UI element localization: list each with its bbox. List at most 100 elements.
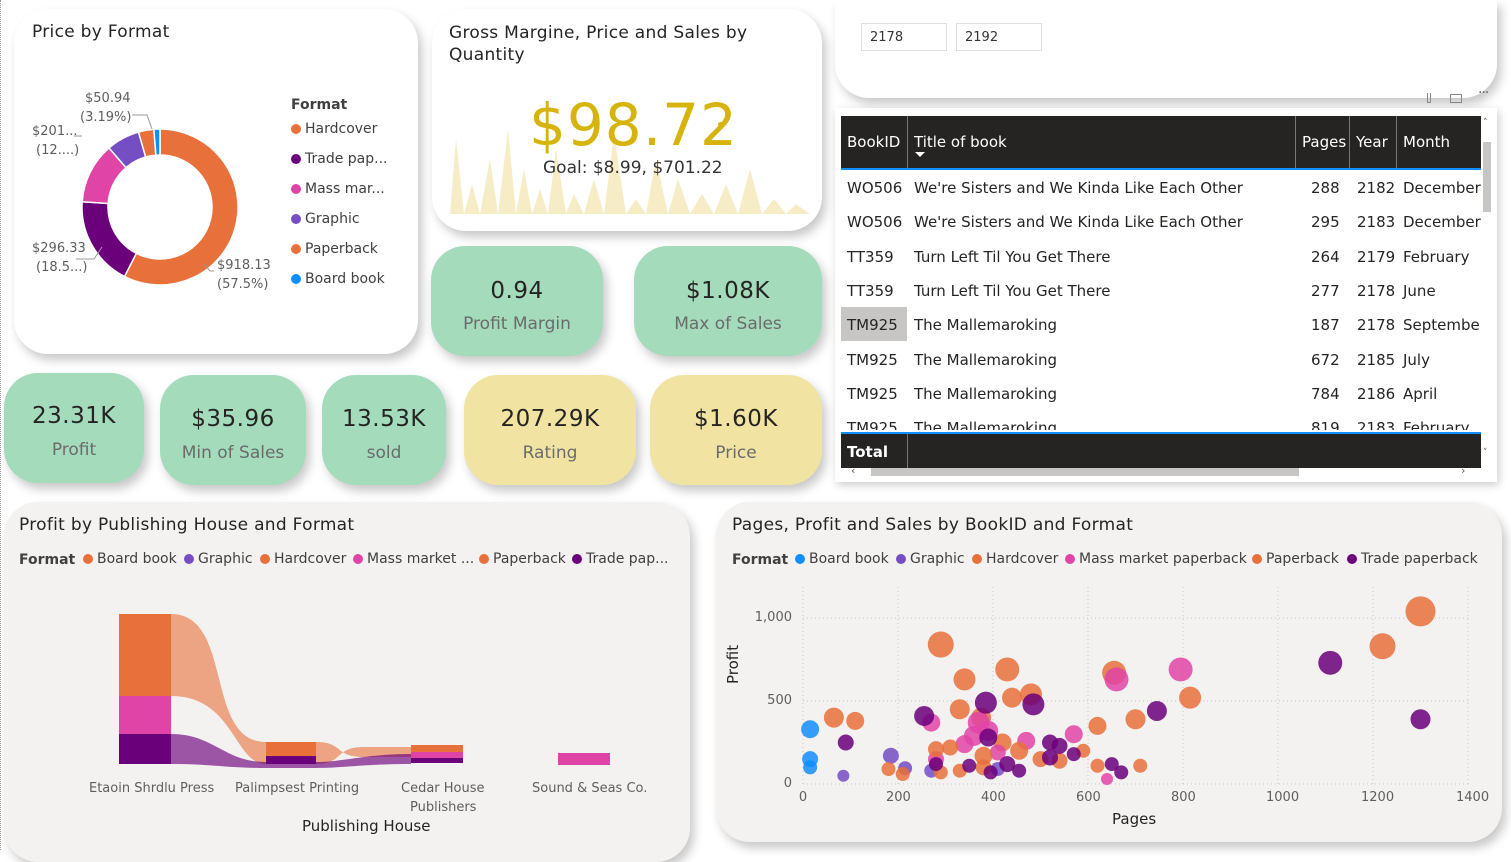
ribbon-bar-segment[interactable] bbox=[119, 734, 171, 764]
scatter-point[interactable] bbox=[1114, 765, 1129, 780]
more-options-icon[interactable]: ··· bbox=[1478, 85, 1489, 101]
ribbon-bar-segment[interactable] bbox=[411, 752, 463, 758]
scatter-point[interactable] bbox=[914, 705, 935, 726]
kpi-profit-margin[interactable]: 0.94 Profit Margin bbox=[431, 246, 603, 356]
table-row[interactable]: WO506 We're Sisters and We Kinda Like Eac… bbox=[841, 170, 1481, 204]
legend-item[interactable]: Graphic bbox=[291, 211, 360, 227]
scatter-point[interactable] bbox=[803, 760, 818, 775]
focus-mode-icon[interactable] bbox=[1450, 94, 1462, 103]
slicer-from-input[interactable] bbox=[861, 23, 947, 51]
ribbon-chart-card[interactable]: Profit by Publishing House and Format Fo… bbox=[4, 502, 690, 862]
scatter-point[interactable] bbox=[927, 631, 954, 658]
books-table-card[interactable]: BookID Title of book Pages Year Month WO… bbox=[835, 108, 1497, 482]
scatter-point[interactable] bbox=[1369, 633, 1396, 660]
table-row[interactable]: TT359 Turn Left Til You Get There 264 2179 F… bbox=[841, 239, 1481, 273]
slicer-to-input[interactable] bbox=[956, 23, 1042, 51]
ribbon-bar-segment[interactable] bbox=[266, 756, 316, 764]
scatter-point[interactable] bbox=[1405, 596, 1436, 627]
scatter-point[interactable] bbox=[1168, 657, 1193, 682]
table-row[interactable]: TM925 The Mallemaroking 819 2183 February bbox=[841, 410, 1481, 430]
scatter-point[interactable] bbox=[881, 762, 896, 777]
donut-card[interactable]: Price by Format $50.94 (3.19%) $201... (… bbox=[14, 9, 418, 354]
ribbon-bar-segment[interactable] bbox=[119, 696, 171, 734]
scatter-point[interactable] bbox=[979, 728, 998, 747]
donut-slice[interactable] bbox=[81, 200, 138, 278]
horizontal-scrollbar[interactable]: ‹ › bbox=[841, 464, 1481, 478]
scatter-point[interactable] bbox=[1012, 763, 1027, 778]
col-header-month[interactable]: Month bbox=[1403, 133, 1450, 151]
scatter-point[interactable] bbox=[1125, 709, 1146, 730]
legend-item[interactable]: Trade pap... bbox=[291, 151, 387, 167]
table-row[interactable]: WO506 We're Sisters and We Kinda Like Eac… bbox=[841, 204, 1481, 238]
scatter-point[interactable] bbox=[1002, 687, 1022, 708]
scatter-point[interactable] bbox=[962, 758, 977, 773]
kpi-gauge-card[interactable]: Gross Margine, Price and Sales by Quanti… bbox=[432, 9, 822, 231]
scatter-point[interactable] bbox=[995, 657, 1020, 682]
scatter-point[interactable] bbox=[1133, 758, 1148, 773]
scatter-point[interactable] bbox=[929, 757, 943, 772]
scatter-point[interactable] bbox=[1064, 725, 1083, 744]
scroll-left-icon[interactable]: ‹ bbox=[851, 464, 855, 477]
cell-month: February bbox=[1403, 419, 1470, 430]
filter-icon[interactable] bbox=[1427, 93, 1431, 103]
scatter-point[interactable] bbox=[895, 767, 910, 782]
ribbon-bar-segment[interactable] bbox=[266, 742, 316, 756]
scatter-point[interactable] bbox=[823, 707, 844, 728]
kpi-rating[interactable]: 207.29K Rating bbox=[464, 375, 636, 485]
scatter-point[interactable] bbox=[928, 741, 944, 758]
kpi-profit[interactable]: 23.31K Profit bbox=[4, 373, 144, 483]
col-header-year[interactable]: Year bbox=[1356, 133, 1388, 151]
scatter-point[interactable] bbox=[983, 765, 998, 780]
col-header-bookid[interactable]: BookID bbox=[847, 133, 900, 151]
scatter-point[interactable] bbox=[1179, 686, 1202, 709]
kpi-max-sales[interactable]: $1.08K Max of Sales bbox=[634, 246, 822, 356]
scatter-point[interactable] bbox=[1318, 650, 1343, 675]
scatter-point[interactable] bbox=[1010, 741, 1029, 760]
table-row[interactable]: TM925 The Mallemaroking 784 2186 April bbox=[841, 376, 1481, 410]
scatter-point[interactable] bbox=[1051, 737, 1068, 754]
scatter-point[interactable] bbox=[801, 720, 820, 739]
scrollbar-thumb[interactable] bbox=[1483, 142, 1491, 212]
ribbon-bar-segment[interactable] bbox=[558, 753, 610, 765]
scatter-point[interactable] bbox=[949, 699, 970, 720]
scroll-down-icon[interactable]: ˅ bbox=[1483, 448, 1488, 458]
scatter-chart-card[interactable]: Pages, Profit and Sales by BookID and Fo… bbox=[716, 502, 1502, 842]
vertical-scrollbar[interactable]: ˄ ˅ bbox=[1481, 116, 1493, 466]
scatter-point[interactable] bbox=[1088, 716, 1107, 735]
scatter-point[interactable] bbox=[1090, 758, 1105, 773]
scrollbar-thumb[interactable] bbox=[871, 468, 1299, 476]
scatter-point[interactable] bbox=[955, 735, 974, 754]
scatter-point[interactable] bbox=[1022, 693, 1045, 716]
legend-item[interactable]: Mass mar... bbox=[291, 181, 385, 197]
legend-item[interactable]: Board book bbox=[291, 271, 385, 287]
ribbon-flow-hardcover[interactable] bbox=[171, 614, 411, 764]
scatter-point[interactable] bbox=[1101, 773, 1113, 786]
table-row[interactable]: TT359 Turn Left Til You Get There 277 2178 J… bbox=[841, 273, 1481, 307]
scatter-point[interactable] bbox=[953, 668, 976, 691]
legend-item[interactable]: Paperback bbox=[291, 241, 378, 257]
scatter-point[interactable] bbox=[882, 747, 899, 764]
kpi-sold[interactable]: 13.53K sold bbox=[322, 375, 446, 485]
scatter-point[interactable] bbox=[1410, 709, 1431, 730]
ribbon-chart[interactable] bbox=[4, 502, 690, 850]
scatter-point[interactable] bbox=[837, 769, 850, 782]
col-header-pages[interactable]: Pages bbox=[1302, 133, 1346, 151]
table-row[interactable]: TM925 The Mallemaroking 672 2185 July bbox=[841, 342, 1481, 376]
scatter-point[interactable] bbox=[1146, 700, 1167, 721]
table-row[interactable]: TM925 The Mallemaroking 187 2178 September bbox=[841, 307, 1481, 342]
scatter-point[interactable] bbox=[1066, 747, 1081, 762]
ribbon-bar-segment[interactable] bbox=[119, 614, 171, 696]
scatter-point[interactable] bbox=[974, 691, 997, 714]
scroll-right-icon[interactable]: › bbox=[1461, 464, 1465, 477]
scatter-point[interactable] bbox=[942, 739, 959, 756]
kpi-min-sales[interactable]: $35.96 Min of Sales bbox=[160, 375, 306, 485]
legend-item[interactable]: Hardcover bbox=[291, 121, 377, 137]
scatter-point[interactable] bbox=[846, 711, 865, 730]
scatter-point[interactable] bbox=[1104, 667, 1129, 692]
kpi-price[interactable]: $1.60K Price bbox=[650, 375, 822, 485]
scatter-point[interactable] bbox=[837, 734, 854, 751]
ribbon-bar-segment[interactable] bbox=[411, 745, 463, 752]
ribbon-bar-segment[interactable] bbox=[411, 758, 463, 763]
scroll-up-icon[interactable]: ˄ bbox=[1483, 118, 1488, 128]
col-header-title[interactable]: Title of book bbox=[914, 133, 1007, 151]
